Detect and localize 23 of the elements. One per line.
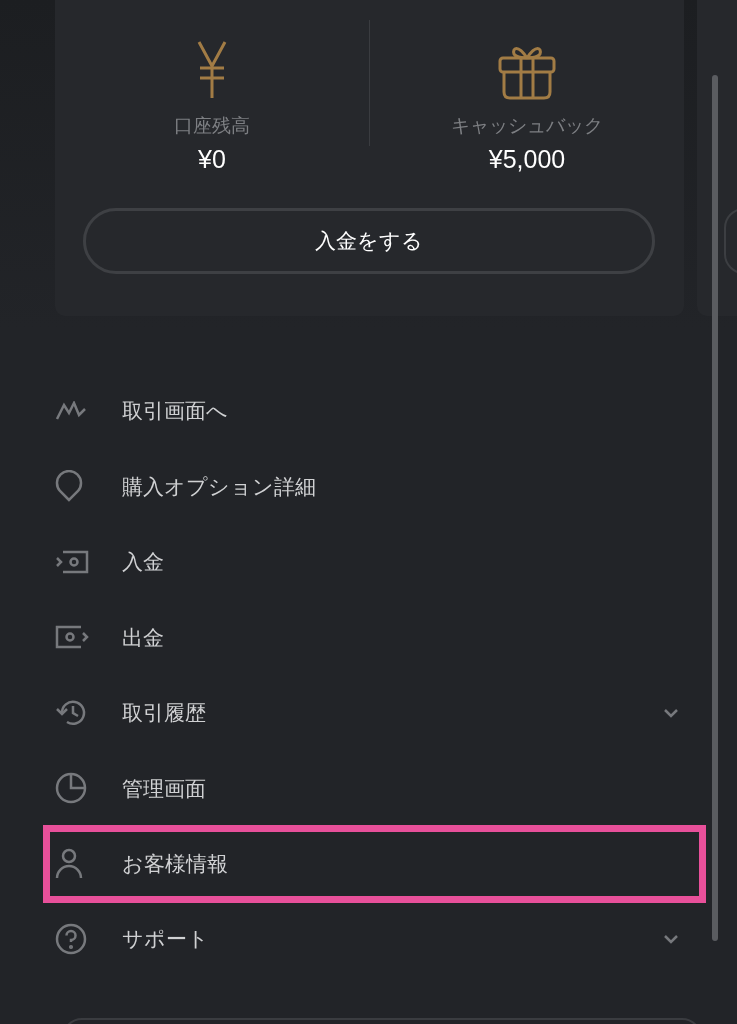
menu-item[interactable]: 管理画面 bbox=[43, 750, 706, 826]
menu-item[interactable]: 取引画面へ bbox=[43, 373, 706, 449]
pie-chart-icon bbox=[55, 772, 87, 805]
yen-icon bbox=[197, 40, 227, 100]
help-icon bbox=[55, 922, 87, 955]
menu-item[interactable]: 取引履歴 bbox=[43, 675, 706, 751]
menu-item[interactable]: サポート bbox=[43, 901, 706, 977]
deposit-button[interactable]: 入金をする bbox=[83, 208, 655, 274]
menu-item[interactable]: お客様情報 bbox=[43, 825, 706, 903]
menu-item[interactable]: 出金 bbox=[43, 599, 706, 675]
balance-value: ¥5,000 bbox=[488, 144, 566, 174]
cash-out-icon bbox=[55, 625, 89, 650]
chart-line-icon bbox=[55, 400, 87, 421]
cash-in-icon bbox=[55, 549, 89, 574]
balance-label: キャッシュバック bbox=[451, 114, 603, 138]
menu-item[interactable]: 入金 bbox=[43, 524, 706, 600]
chevron-down-icon bbox=[663, 707, 679, 718]
pin-icon bbox=[55, 470, 83, 503]
chevron-down-icon bbox=[663, 933, 679, 944]
balance-value: ¥0 bbox=[198, 144, 226, 174]
menu-item[interactable]: 購入オプション詳細 bbox=[43, 448, 706, 524]
user-icon bbox=[55, 848, 83, 880]
balance-label: 口座残高 bbox=[174, 114, 250, 138]
